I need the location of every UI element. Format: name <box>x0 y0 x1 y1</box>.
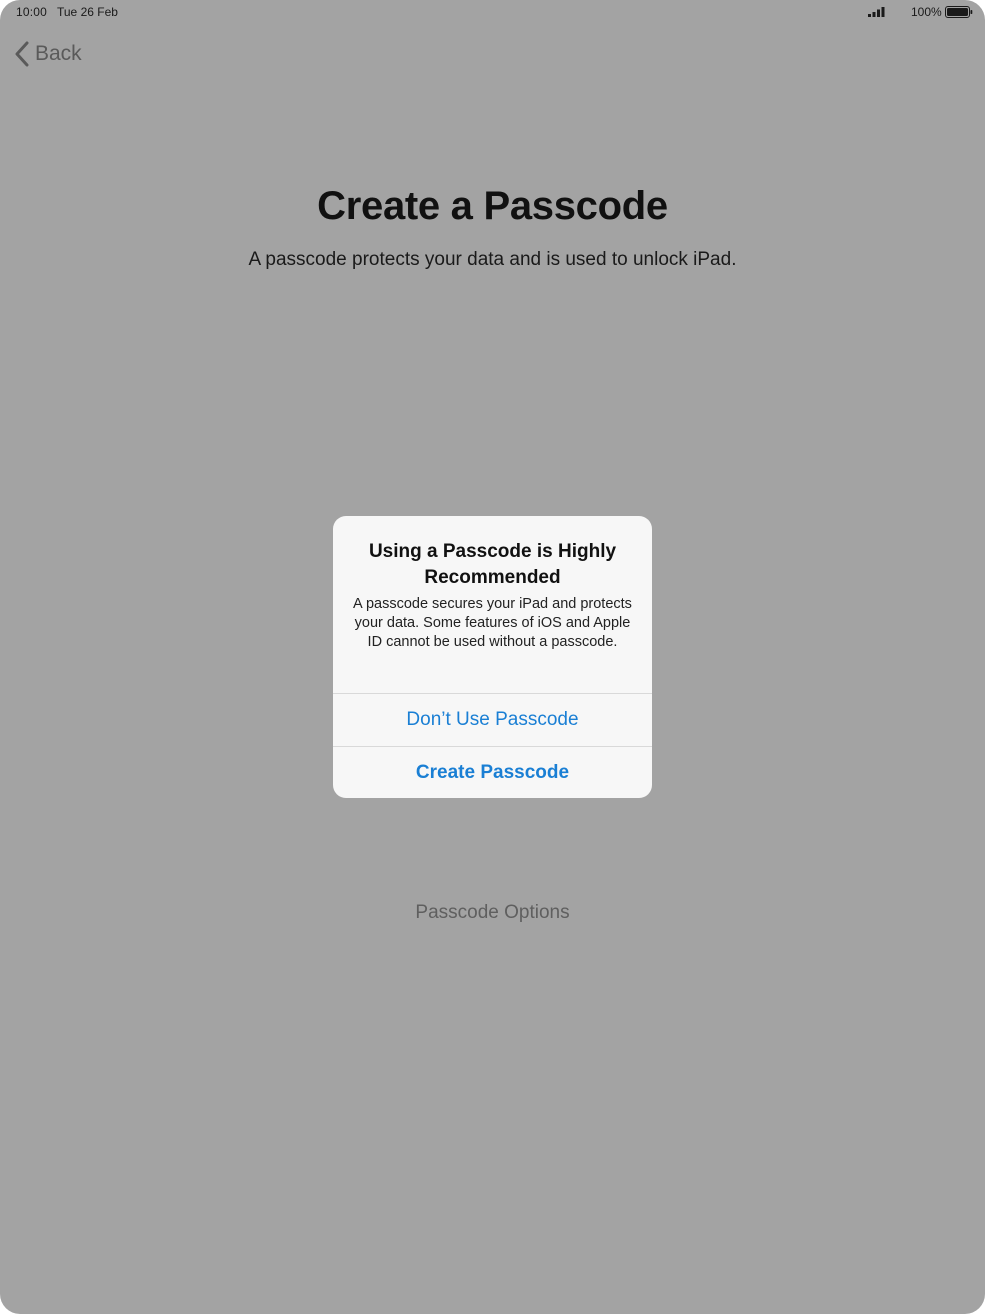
alert-body: Using a Passcode is Highly Recommended A… <box>333 516 652 693</box>
chevron-left-icon <box>15 41 29 67</box>
battery-percent: 100% <box>911 5 942 19</box>
battery-icon <box>945 6 973 18</box>
alert-title: Using a Passcode is Highly Recommended <box>368 541 617 588</box>
page-subtitle: A passcode protects your data and is use… <box>248 249 737 270</box>
create-passcode-button[interactable]: Create Passcode <box>333 747 652 798</box>
dont-use-passcode-button[interactable]: Don’t Use Passcode <box>333 694 652 746</box>
back-label: Back <box>35 42 82 65</box>
page-title: Create a Passcode <box>317 184 668 228</box>
status-time: 10:00 <box>16 5 48 19</box>
passcode-alert: Using a Passcode is Highly Recommended A… <box>333 516 652 798</box>
passcode-options-button[interactable]: Passcode Options <box>0 902 985 924</box>
back-button[interactable]: Back <box>14 40 82 68</box>
status-date: Tue 26 Feb <box>57 5 118 19</box>
setup-screen: 10:00 Tue 26 Feb 100% Back Create a Pass… <box>0 0 985 1314</box>
alert-message: A passcode secures your iPad and protect… <box>353 596 632 650</box>
signal-icon <box>868 7 885 17</box>
status-bar: 10:00 Tue 26 Feb 100% <box>0 0 985 24</box>
